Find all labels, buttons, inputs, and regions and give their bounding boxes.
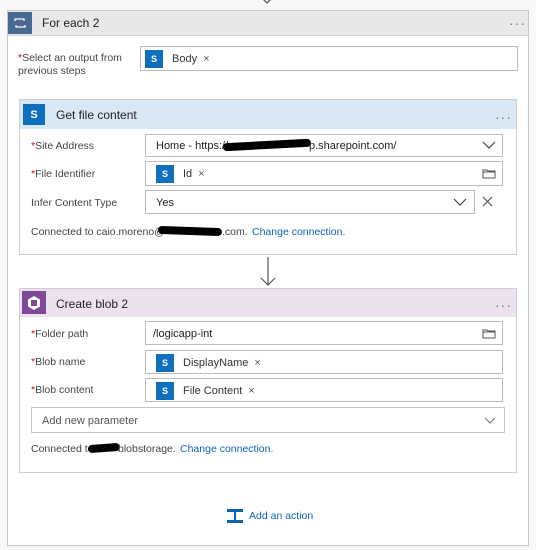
folder-path-label: *Folder path bbox=[31, 328, 89, 340]
foreach-more-icon[interactable]: ··· bbox=[509, 16, 526, 30]
chevron-down-icon bbox=[484, 417, 496, 424]
site-address-label: *Site Address bbox=[31, 140, 95, 152]
remove-token-icon[interactable]: × bbox=[254, 357, 260, 369]
arrow-down-icon bbox=[263, 0, 271, 4]
id-token[interactable]: S Id × bbox=[156, 165, 205, 183]
select-output-label: *Select an output from previous steps bbox=[18, 52, 122, 77]
get-file-more-icon[interactable]: ··· bbox=[495, 110, 512, 124]
get-file-content-title: Get file content bbox=[56, 108, 137, 122]
file-identifier-label: *File Identifier bbox=[31, 168, 96, 180]
infer-content-type-label: Infer Content Type bbox=[31, 197, 118, 209]
folder-path-field[interactable]: /logicapp-int bbox=[145, 321, 503, 345]
remove-token-icon[interactable]: × bbox=[203, 53, 209, 65]
create-blob-more-icon[interactable]: ··· bbox=[495, 298, 512, 312]
blob-content-field[interactable]: S File Content × bbox=[145, 378, 503, 402]
create-blob-title: Create blob 2 bbox=[56, 297, 129, 311]
add-an-action-button[interactable]: Add an action bbox=[226, 508, 313, 524]
remove-token-icon[interactable]: × bbox=[198, 168, 204, 180]
site-address-dropdown[interactable]: Home - https:// p.sharepoint.com/ bbox=[145, 134, 503, 157]
loop-icon bbox=[8, 12, 32, 34]
sharepoint-icon: S bbox=[145, 50, 163, 68]
change-connection-link[interactable]: Change connection. bbox=[252, 226, 345, 238]
sharepoint-icon: S bbox=[156, 354, 174, 372]
change-connection-link[interactable]: Change connection. bbox=[180, 443, 273, 455]
blob-content-label: *Blob content bbox=[31, 384, 94, 396]
sharepoint-icon: S bbox=[156, 165, 174, 183]
chevron-down-icon bbox=[453, 198, 467, 206]
sharepoint-icon: S bbox=[156, 382, 174, 400]
infer-content-type-dropdown[interactable]: Yes bbox=[145, 190, 475, 214]
add-new-parameter-dropdown[interactable]: Add new parameter bbox=[31, 407, 505, 433]
close-icon[interactable] bbox=[482, 196, 493, 207]
file-identifier-field[interactable]: S Id × bbox=[145, 161, 503, 186]
remove-token-icon[interactable]: × bbox=[248, 385, 254, 397]
blob-name-field[interactable]: S DisplayName × bbox=[145, 350, 503, 374]
displayname-token[interactable]: S DisplayName × bbox=[156, 354, 261, 372]
select-output-field[interactable]: S Body × bbox=[140, 46, 518, 71]
blob-storage-icon bbox=[22, 291, 46, 314]
create-blob-connection-info: Connected to bbox=[31, 443, 94, 455]
add-action-icon bbox=[227, 509, 243, 523]
file-content-token[interactable]: S File Content × bbox=[156, 382, 255, 400]
folder-icon[interactable] bbox=[482, 168, 496, 179]
chevron-down-icon bbox=[482, 141, 496, 149]
blob-name-label: *Blob name bbox=[31, 356, 86, 368]
foreach-title: For each 2 bbox=[42, 16, 100, 30]
body-token[interactable]: S Body × bbox=[145, 50, 210, 68]
folder-icon[interactable] bbox=[482, 328, 496, 339]
redaction-mark bbox=[222, 138, 312, 152]
get-file-connection-info: Connected to caio.moreno@ bbox=[31, 226, 165, 238]
arrow-down-icon bbox=[260, 257, 276, 286]
sharepoint-icon: S bbox=[23, 104, 45, 125]
